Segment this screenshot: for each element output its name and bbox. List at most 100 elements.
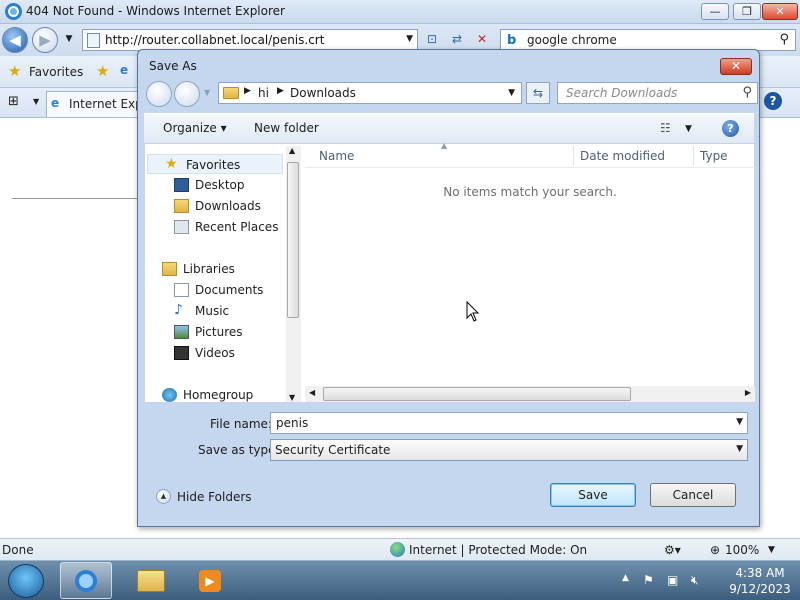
refresh-icon[interactable]: ⇆ xyxy=(526,82,550,104)
start-button[interactable] xyxy=(8,564,44,598)
hide-folders-label: Hide Folders xyxy=(177,490,252,504)
chevron-right-icon[interactable]: ▶ xyxy=(277,86,284,96)
refresh-icon[interactable]: ⇄ xyxy=(446,29,468,51)
scroll-right-icon[interactable]: ▶ xyxy=(745,388,751,397)
close-window-button[interactable]: ✕ xyxy=(762,3,798,20)
column-divider[interactable] xyxy=(693,146,694,166)
navigation-scrollbar[interactable]: ▲ ▼ xyxy=(286,146,301,402)
internet-zone-icon xyxy=(390,542,405,557)
nav-homegroup-label: Homegroup xyxy=(183,388,254,402)
nav-desktop[interactable]: Desktop xyxy=(145,175,285,195)
nav-videos[interactable]: Videos xyxy=(145,343,285,363)
network-icon[interactable]: ▣ xyxy=(667,573,678,587)
nav-favorites[interactable]: ★ Favorites xyxy=(147,154,283,174)
nav-downloads[interactable]: Downloads xyxy=(145,196,285,216)
taskbar-explorer[interactable] xyxy=(125,562,177,599)
stop-icon[interactable]: ✕ xyxy=(471,29,493,51)
tab-list-dropdown-icon[interactable]: ▼ xyxy=(33,97,39,106)
window-title: 404 Not Found - Windows Internet Explore… xyxy=(26,4,285,18)
organize-button[interactable]: Organize ▾ xyxy=(163,121,227,135)
volume-muted-icon[interactable]: 🔇︎ xyxy=(691,573,699,588)
column-header: Name ▲ Date modified Type xyxy=(305,141,755,168)
back-button[interactable]: ◀ xyxy=(2,27,28,53)
nav-libraries[interactable]: Libraries xyxy=(145,259,285,279)
nav-music[interactable]: ♪ Music xyxy=(145,301,285,321)
navigation-pane: ★ Favorites Desktop Downloads Recent Pla… xyxy=(145,144,301,402)
breadcrumb-downloads[interactable]: Downloads xyxy=(290,86,356,100)
action-center-flag-icon[interactable]: ⚑ xyxy=(643,573,654,587)
status-bar: Done Internet | Protected Mode: On ⚙▾ 10… xyxy=(0,538,800,560)
view-dropdown-icon[interactable]: ▼ xyxy=(685,124,692,134)
scrollbar-thumb[interactable] xyxy=(323,387,631,401)
ie-title-bar: 404 Not Found - Windows Internet Explore… xyxy=(0,0,800,24)
file-name-dropdown-icon[interactable]: ▼ xyxy=(736,417,743,427)
column-type[interactable]: Type xyxy=(700,149,728,163)
horizontal-scrollbar[interactable]: ◀ ▶ xyxy=(305,386,755,402)
scrollbar-thumb[interactable] xyxy=(287,162,299,318)
taskbar-internet-explorer[interactable] xyxy=(60,562,112,599)
dialog-close-button[interactable]: ✕ xyxy=(720,58,752,75)
column-name[interactable]: Name xyxy=(319,149,354,163)
breadcrumb-dropdown-icon[interactable]: ▼ xyxy=(508,88,515,98)
nav-pictures[interactable]: Pictures xyxy=(145,322,285,342)
scroll-left-icon[interactable]: ◀ xyxy=(309,388,315,397)
favorites-label[interactable]: Favorites xyxy=(29,65,83,79)
zoom-level[interactable]: 100% xyxy=(725,543,759,557)
column-divider[interactable] xyxy=(573,146,574,166)
pictures-icon xyxy=(174,325,189,339)
search-icon: ⚲ xyxy=(742,85,752,100)
minimize-button[interactable]: — xyxy=(701,3,729,20)
dialog-back-button[interactable] xyxy=(146,81,172,107)
system-clock[interactable]: 4:38 AM 9/12/2023 xyxy=(720,565,800,597)
cancel-button[interactable]: Cancel xyxy=(650,483,736,507)
music-icon: ♪ xyxy=(174,302,183,318)
recent-places-icon xyxy=(174,220,189,234)
address-dropdown-icon[interactable]: ▼ xyxy=(406,34,413,44)
save-button[interactable]: Save xyxy=(550,483,636,507)
save-type-select[interactable]: Security Certificate ▼ xyxy=(270,439,748,461)
nav-documents[interactable]: Documents xyxy=(145,280,285,300)
taskbar-media-player[interactable]: ▶ xyxy=(185,562,237,599)
ie-help-icon[interactable]: ? xyxy=(764,92,782,110)
zoom-icon[interactable]: ⊕ xyxy=(710,543,720,557)
scroll-up-icon[interactable]: ▲ xyxy=(289,146,295,155)
favorites-star-icon: ★ xyxy=(165,156,178,172)
favorites-star-icon[interactable]: ★ xyxy=(8,62,21,80)
dialog-forward-button[interactable] xyxy=(174,81,200,107)
security-zone[interactable]: Internet | Protected Mode: On xyxy=(409,543,587,557)
compatibility-view-icon[interactable]: ⊡ xyxy=(421,29,443,51)
recent-locations-icon[interactable]: ▼ xyxy=(204,88,210,97)
dialog-search-box[interactable]: Search Downloads ⚲ xyxy=(557,82,758,104)
documents-icon xyxy=(174,283,189,297)
save-type-dropdown-icon[interactable]: ▼ xyxy=(736,444,743,454)
nav-recent-places[interactable]: Recent Places xyxy=(145,217,285,237)
help-icon[interactable]: ? xyxy=(722,120,739,137)
mouse-pointer-icon xyxy=(466,301,480,322)
dialog-title: Save As xyxy=(149,59,197,73)
address-bar[interactable]: http://router.collabnet.local/penis.crt … xyxy=(82,29,418,51)
search-icon[interactable]: ⚲ xyxy=(779,32,789,47)
chevron-right-icon[interactable]: ▶ xyxy=(244,86,251,96)
suggested-sites-icon[interactable]: e xyxy=(120,63,128,77)
nav-pictures-label: Pictures xyxy=(195,325,243,339)
scroll-down-icon[interactable]: ▼ xyxy=(289,393,295,402)
quick-tabs-icon[interactable]: ⊞ xyxy=(8,94,19,109)
view-options-icon[interactable]: ☷ xyxy=(660,121,671,135)
forward-button[interactable]: ▶ xyxy=(32,27,58,53)
popup-blocker-icon[interactable]: ⚙▾ xyxy=(664,543,681,557)
file-name-input[interactable]: penis ▼ xyxy=(270,412,748,434)
sort-indicator-icon: ▲ xyxy=(441,141,448,150)
search-placeholder: Search Downloads xyxy=(566,86,678,100)
new-folder-button[interactable]: New folder xyxy=(254,121,319,135)
desktop-icon xyxy=(174,178,189,192)
restore-button[interactable]: ❐ xyxy=(733,3,761,20)
breadcrumb[interactable]: ▶ hi ▶ Downloads ▼ xyxy=(218,82,522,104)
search-box[interactable]: b google chrome ⚲ xyxy=(500,29,796,51)
show-hidden-icons-icon[interactable]: ▲ xyxy=(622,573,629,583)
zoom-dropdown-icon[interactable]: ▼ xyxy=(768,545,775,555)
breadcrumb-hi[interactable]: hi xyxy=(258,86,269,100)
add-favorites-icon[interactable]: ★ xyxy=(96,62,109,80)
column-date-modified[interactable]: Date modified xyxy=(580,149,665,163)
nav-homegroup[interactable]: Homegroup xyxy=(145,385,285,405)
recent-pages-dropdown-icon[interactable]: ▼ xyxy=(58,29,80,51)
